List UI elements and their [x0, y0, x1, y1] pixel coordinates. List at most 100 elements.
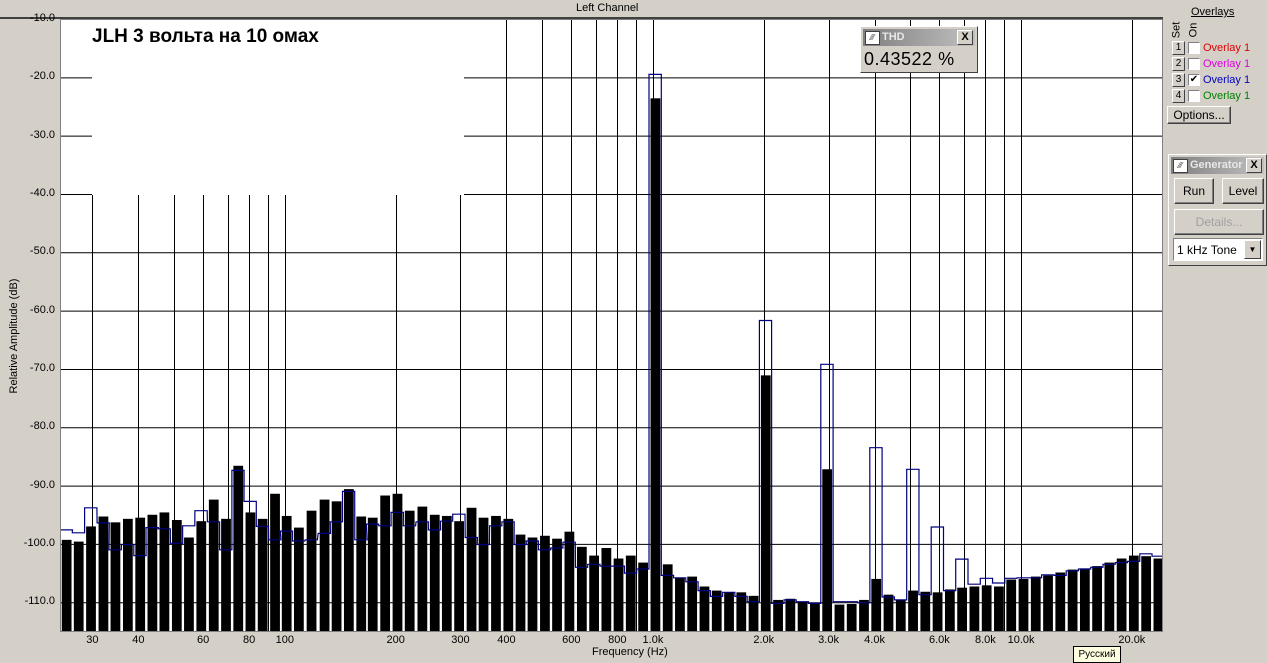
- spectrum-bar: [1128, 555, 1139, 632]
- spectrum-bar: [147, 514, 158, 632]
- spectrum-bar: [293, 527, 304, 632]
- spectrum-bar: [969, 586, 980, 632]
- overlay-set-button-2[interactable]: 2: [1172, 57, 1185, 71]
- plot-title: JLH 3 вольта на 10 омах: [92, 26, 319, 47]
- spectrum-bar: [981, 585, 992, 632]
- spectrum-bar: [650, 98, 661, 632]
- generator-titlebar[interactable]: ⁄⁄⁄ Generator X: [1171, 157, 1264, 174]
- x-tick-label: 10.0k: [1007, 634, 1035, 646]
- waveform-icon: ⁄⁄⁄: [1173, 159, 1188, 173]
- x-tick-label: 2.0k: [753, 634, 775, 646]
- overlay-checkbox-4[interactable]: [1188, 90, 1200, 102]
- spectrum-bar: [920, 591, 931, 632]
- x-axis-title: Frequency (Hz): [592, 646, 668, 658]
- thd-titlebar[interactable]: ⁄⁄⁄ THD X: [863, 29, 975, 46]
- spectrum-bar: [527, 537, 538, 632]
- spectrum-bar: [859, 599, 869, 632]
- y-tick-label: -60.0: [29, 303, 55, 316]
- spectrum-bar: [675, 577, 685, 632]
- spectrum-bar: [392, 493, 403, 632]
- spectrum-plot[interactable]: [60, 19, 1163, 632]
- spectrum-bar: [270, 493, 280, 632]
- spectrum-bar: [331, 501, 342, 632]
- channel-header: Left Channel: [0, 0, 1163, 19]
- signal-select[interactable]: 1 kHz Tone ▼: [1173, 238, 1263, 261]
- chevron-down-icon[interactable]: ▼: [1244, 240, 1261, 259]
- thd-close-button[interactable]: X: [957, 30, 973, 45]
- spectrum-bar: [760, 375, 771, 632]
- signal-select-value: 1 kHz Tone: [1177, 243, 1237, 257]
- spectrum-bar: [61, 539, 72, 632]
- spectrum-bar: [86, 526, 96, 632]
- overlay-checkbox-3[interactable]: ✔: [1188, 74, 1200, 86]
- generator-title: Generator: [1190, 159, 1243, 171]
- spectrum-bar: [1141, 556, 1152, 632]
- overlay-checkbox-2[interactable]: [1188, 58, 1200, 70]
- y-tick-label: -30.0: [29, 128, 55, 141]
- y-tick-label: -100.0: [23, 536, 55, 549]
- x-tick-label: 80: [243, 634, 256, 646]
- generator-window[interactable]: ⁄⁄⁄ Generator X Run Level Details... 1 k…: [1168, 154, 1267, 266]
- spectrum-bar: [589, 555, 599, 632]
- overlay-label-1: Overlay 1: [1203, 42, 1251, 54]
- y-tick-label: -10.0: [29, 12, 55, 24]
- spectrum-bar: [834, 604, 845, 632]
- spectrum-bar: [73, 541, 84, 632]
- x-tick-label: 20.0k: [1118, 634, 1146, 646]
- x-tick-label: 30: [86, 634, 99, 646]
- spectrum-bar: [1055, 572, 1066, 632]
- spectrum-bar: [503, 518, 514, 632]
- spectrum-bar: [699, 586, 710, 632]
- spectrum-bar: [687, 576, 698, 632]
- spectrum-bar: [613, 558, 624, 632]
- overlay-checkbox-1[interactable]: [1188, 42, 1200, 54]
- thd-title: THD: [882, 31, 905, 43]
- y-tick-label: -20.0: [29, 70, 55, 83]
- x-tick-label: 400: [497, 634, 516, 646]
- spectrum-bar: [221, 518, 231, 632]
- x-tick-label: 8.0k: [974, 634, 996, 646]
- spectrum-bar: [552, 538, 562, 632]
- x-tick-label: 40: [132, 634, 145, 646]
- x-tick-label: 100: [275, 634, 295, 646]
- spectrum-bar: [454, 521, 465, 632]
- options-button[interactable]: Options...: [1167, 106, 1231, 124]
- spectrum-bar: [1043, 575, 1053, 632]
- spectrum-bar: [491, 515, 501, 632]
- spectrum-bar: [478, 517, 489, 632]
- overlay-set-button-4[interactable]: 4: [1172, 89, 1185, 103]
- spectrum-bar: [208, 499, 219, 632]
- spectrum-bar: [625, 555, 636, 632]
- spectrum-bar: [994, 586, 1004, 632]
- spectrum-bar: [1006, 579, 1017, 632]
- spectrum-bar: [1153, 558, 1163, 632]
- x-tick-label: 300: [451, 634, 470, 646]
- overlays-title: Overlays: [1191, 6, 1235, 18]
- y-tick-label: -50.0: [29, 245, 55, 258]
- generator-close-button[interactable]: X: [1246, 158, 1262, 173]
- overlay-label-3: Overlay 1: [1203, 74, 1251, 86]
- spectrum-bar: [601, 548, 612, 632]
- spectrum-bar: [895, 599, 906, 632]
- waveform-icon: ⁄⁄⁄: [865, 31, 880, 45]
- x-tick-label: 800: [608, 634, 627, 646]
- spectrum-bar: [367, 517, 378, 632]
- spectrum-bar: [245, 512, 256, 632]
- details-button[interactable]: Details...: [1174, 209, 1264, 235]
- language-tooltip: Русский: [1073, 646, 1121, 663]
- spectrum-bar: [122, 518, 133, 632]
- y-tick-label: -90.0: [29, 478, 55, 491]
- x-tick-label: 200: [386, 634, 405, 646]
- thd-window[interactable]: ⁄⁄⁄ THD X 0.43522 %: [860, 26, 978, 73]
- overlay-set-button-1[interactable]: 1: [1172, 41, 1185, 55]
- spectrum-bar: [1092, 566, 1102, 632]
- run-button[interactable]: Run: [1174, 178, 1214, 204]
- spectrum-bar: [564, 531, 575, 632]
- set-column-label: Set: [1170, 21, 1183, 39]
- spectrum-bar: [846, 604, 857, 632]
- spectrum-bar: [110, 522, 121, 632]
- spectrum-bar: [1018, 578, 1029, 632]
- level-button[interactable]: Level: [1222, 178, 1264, 204]
- overlay-set-button-3[interactable]: 3: [1172, 73, 1185, 87]
- spectrum-bar: [184, 537, 194, 632]
